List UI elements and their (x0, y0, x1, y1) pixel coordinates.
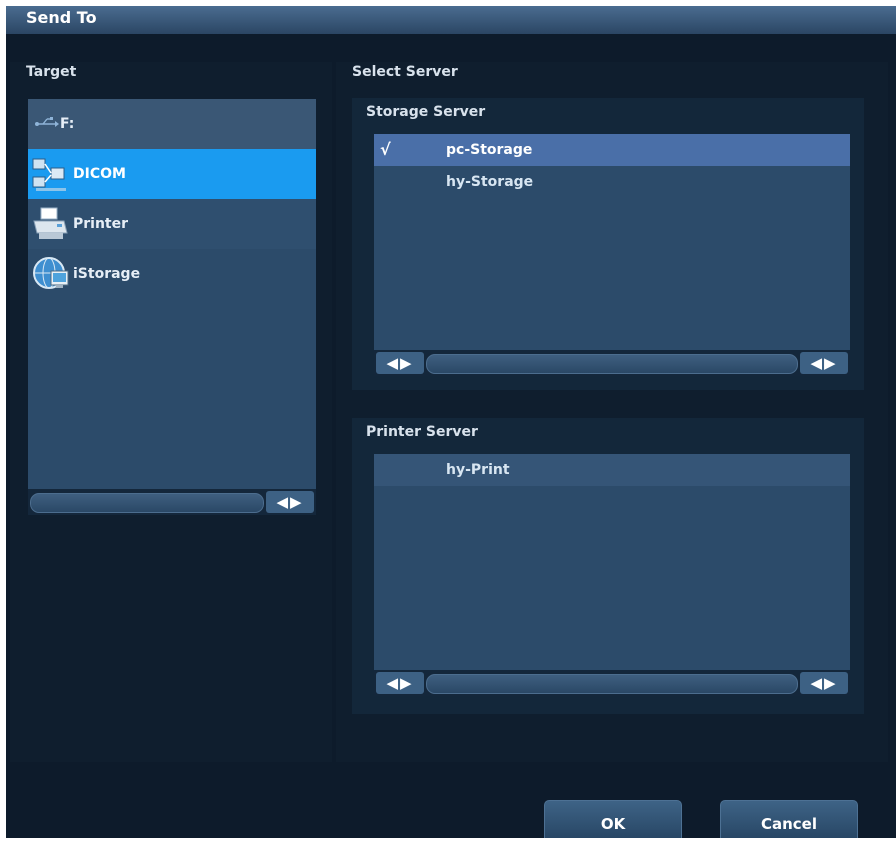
send-to-dialog: Send To Target F: DICOM Printer iStorage… (6, 6, 896, 838)
storage-server-list[interactable]: √ pc-Storage hy-Storage (374, 134, 850, 350)
title-bar: Send To (6, 6, 896, 34)
printer-server-list[interactable]: hy-Print (374, 454, 850, 670)
target-item-label: DICOM (73, 166, 126, 182)
scroll-track[interactable] (30, 493, 264, 513)
cancel-button[interactable]: Cancel (720, 800, 858, 838)
scroll-arrows-icon[interactable]: ◀▶ (266, 491, 314, 513)
printer-server-heading: Printer Server (366, 424, 478, 440)
select-server-heading: Select Server (352, 64, 458, 80)
ok-button[interactable]: OK (544, 800, 682, 838)
dicom-network-icon (32, 158, 66, 191)
check-icon: √ (380, 140, 391, 159)
target-item-label: F: (60, 116, 75, 132)
list-item[interactable]: hy-Print (374, 454, 850, 486)
target-item-printer[interactable]: Printer (28, 199, 316, 249)
target-item-usb[interactable]: F: (28, 99, 316, 149)
target-item-label: Printer (73, 216, 129, 232)
storage-hscroll[interactable]: ◀▶ ◀▶ (374, 350, 850, 376)
printer-icon (33, 207, 68, 239)
server-name: pc-Storage (446, 142, 533, 158)
storage-server-heading: Storage Server (366, 104, 486, 120)
scroll-arrows-icon[interactable]: ◀▶ (800, 672, 848, 694)
list-item[interactable]: √ pc-Storage (374, 134, 850, 166)
dialog-title: Send To (26, 8, 97, 27)
istorage-icon (33, 257, 69, 289)
target-list[interactable]: F: DICOM Printer iStorage (28, 99, 316, 489)
scroll-track[interactable] (426, 354, 798, 374)
target-heading: Target (26, 64, 77, 80)
server-name: hy-Storage (446, 174, 534, 190)
target-item-label: iStorage (73, 266, 141, 282)
scroll-arrows-icon[interactable]: ◀▶ (800, 352, 848, 374)
scroll-track[interactable] (426, 674, 798, 694)
scroll-arrows-icon[interactable]: ◀▶ (376, 352, 424, 374)
scroll-arrows-icon[interactable]: ◀▶ (376, 672, 424, 694)
printer-hscroll[interactable]: ◀▶ ◀▶ (374, 670, 850, 696)
target-item-dicom[interactable]: DICOM (28, 149, 316, 199)
server-name: hy-Print (446, 462, 510, 478)
list-item[interactable]: hy-Storage (374, 166, 850, 198)
target-item-istorage[interactable]: iStorage (28, 249, 316, 299)
target-hscroll[interactable]: ◀▶ (28, 489, 316, 515)
